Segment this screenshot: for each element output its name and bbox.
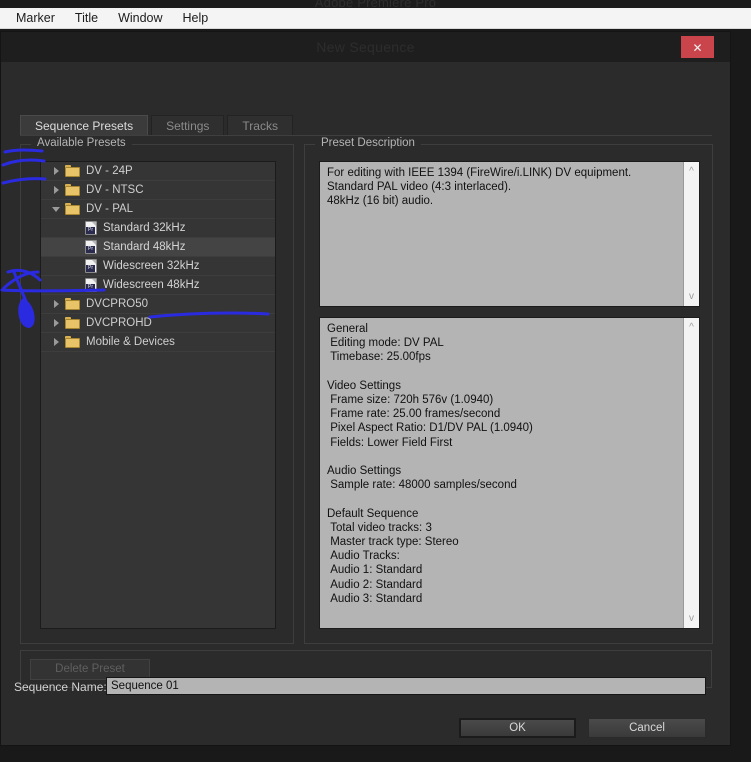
preset-summary-panel: For editing with IEEE 1394 (FireWire/i.L… [319, 161, 700, 307]
tab-settings[interactable]: Settings [151, 115, 225, 136]
menu-item-window[interactable]: Window [108, 8, 172, 28]
close-icon[interactable]: ✕ [681, 36, 714, 58]
chevron-up-icon[interactable]: ^ [684, 164, 699, 179]
new-sequence-dialog: New Sequence ✕ Sequence Presets Settings… [0, 31, 731, 746]
menu-item-title[interactable]: Title [65, 8, 108, 28]
triangle-right-icon[interactable] [47, 338, 65, 346]
tabstrip-divider [20, 135, 712, 136]
tree-row[interactable]: Pr Standard 48kHz [41, 238, 275, 257]
folder-icon [65, 298, 80, 310]
triangle-right-icon[interactable] [47, 319, 65, 327]
tree-row-label: Widescreen 48kHz [103, 279, 200, 291]
preset-file-icon: Pr [85, 259, 97, 273]
application-title: Adobe Premiere Pro [314, 0, 437, 8]
tab-sequence-presets[interactable]: Sequence Presets [20, 115, 149, 136]
application-titlebar: Adobe Premiere Pro [0, 0, 751, 8]
triangle-down-icon[interactable] [47, 206, 65, 212]
preset-details-scrollbar[interactable]: ^ v [683, 318, 699, 628]
dialog-title: New Sequence [316, 39, 415, 55]
folder-icon [65, 165, 80, 177]
triangle-right-icon[interactable] [47, 186, 65, 194]
preset-details-panel: General Editing mode: DV PAL Timebase: 2… [319, 317, 700, 629]
chevron-down-icon[interactable]: v [684, 289, 699, 304]
preset-description-group: Preset Description For editing with IEEE… [304, 137, 713, 644]
tree-row[interactable]: Mobile & Devices [41, 333, 275, 352]
sequence-name-input[interactable] [106, 677, 706, 695]
tree-row[interactable]: Pr Widescreen 48kHz [41, 276, 275, 295]
chevron-up-icon[interactable]: ^ [684, 320, 699, 335]
preset-file-icon: Pr [85, 221, 97, 235]
tree-row-label: Standard 48kHz [103, 241, 186, 253]
preset-file-icon: Pr [85, 240, 97, 254]
preset-details-text: General Editing mode: DV PAL Timebase: 2… [327, 323, 533, 605]
folder-icon [65, 317, 80, 329]
triangle-right-icon[interactable] [47, 300, 65, 308]
available-presets-label: Available Presets [31, 137, 132, 149]
cancel-button[interactable]: Cancel [588, 718, 706, 738]
tree-row[interactable]: Pr Widescreen 32kHz [41, 257, 275, 276]
tree-row-label: Widescreen 32kHz [103, 260, 200, 272]
tree-row-label: DVCPROHD [86, 317, 152, 329]
menu-item-help[interactable]: Help [173, 8, 219, 28]
triangle-right-icon[interactable] [47, 167, 65, 175]
preset-summary-text: For editing with IEEE 1394 (FireWire/i.L… [327, 167, 632, 208]
chevron-down-icon[interactable]: v [684, 611, 699, 626]
tree-row[interactable]: DV - PAL [41, 200, 275, 219]
ok-button[interactable]: OK [459, 718, 576, 738]
folder-icon [65, 184, 80, 196]
tree-row-label: DV - 24P [86, 165, 133, 177]
preset-file-icon: Pr [85, 278, 97, 292]
tabstrip: Sequence Presets Settings Tracks [20, 114, 712, 136]
tree-row[interactable]: DVCPRO50 [41, 295, 275, 314]
folder-icon [65, 203, 80, 215]
tree-row-label: Mobile & Devices [86, 336, 175, 348]
preset-description-label: Preset Description [315, 137, 421, 149]
tree-row[interactable]: Pr Standard 32kHz [41, 219, 275, 238]
tree-row-label: Standard 32kHz [103, 222, 186, 234]
preset-summary-scrollbar[interactable]: ^ v [683, 162, 699, 306]
tree-row-label: DV - PAL [86, 203, 134, 215]
tree-row[interactable]: DV - NTSC [41, 181, 275, 200]
tree-row-label: DV - NTSC [86, 184, 144, 196]
tree-row[interactable]: DV - 24P [41, 162, 275, 181]
menubar: Marker Title Window Help [0, 8, 751, 29]
menu-item-marker[interactable]: Marker [6, 8, 65, 28]
tree-row[interactable]: DVCPROHD [41, 314, 275, 333]
tree-row-label: DVCPRO50 [86, 298, 148, 310]
tab-tracks[interactable]: Tracks [227, 115, 293, 136]
sequence-name-label: Sequence Name: [14, 680, 107, 694]
folder-icon [65, 336, 80, 348]
preset-tree[interactable]: DV - 24P DV - NTSC DV - PAL Pr Standard 32kH… [40, 161, 276, 629]
available-presets-group: Available Presets DV - 24P DV - NTSC DV - … [20, 137, 294, 644]
dialog-titlebar: New Sequence ✕ [1, 32, 730, 62]
